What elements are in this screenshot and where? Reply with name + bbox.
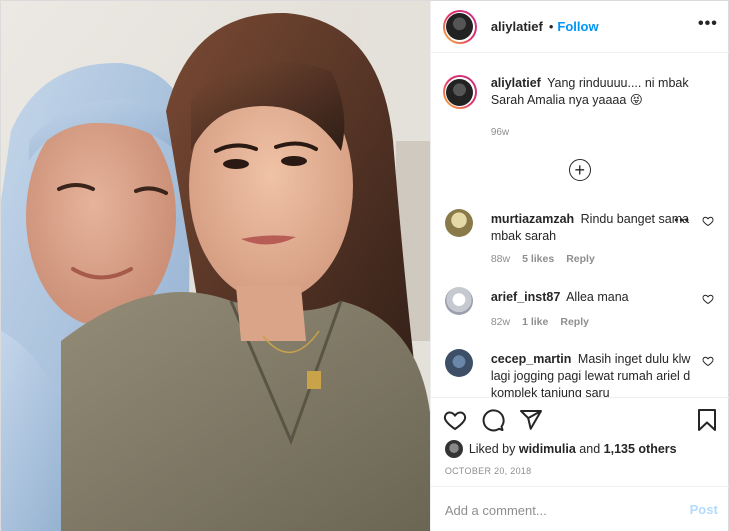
commenter-avatar[interactable] xyxy=(444,209,473,237)
commenter-username[interactable]: arief_inst87 xyxy=(491,290,560,304)
caption: aliylatief Yang rinduuuu.... ni mbak Sar… xyxy=(442,75,718,138)
author-avatar[interactable] xyxy=(442,9,477,44)
reply-button[interactable]: Reply xyxy=(560,316,589,328)
comments-list[interactable]: aliylatief Yang rinduuuu.... ni mbak Sar… xyxy=(431,53,729,397)
load-more-comments-button[interactable]: + xyxy=(568,159,591,181)
comment-timestamp: 82w xyxy=(490,316,511,328)
comment-text: cecep_martin Masih inget dulu klw lagi j… xyxy=(491,351,691,397)
more-icon[interactable]: ••• xyxy=(698,15,718,33)
commenter-avatar[interactable] xyxy=(444,287,473,315)
commenter-avatar[interactable] xyxy=(444,349,473,377)
bookmark-icon[interactable] xyxy=(695,408,719,432)
heart-icon[interactable] xyxy=(443,408,467,432)
comment-timestamp: 88w xyxy=(490,253,511,265)
follow-button[interactable]: Follow xyxy=(557,19,598,34)
post-photo[interactable] xyxy=(1,1,430,531)
post-date[interactable]: OCTOBER 20, 2018 xyxy=(445,466,532,476)
liked-by: Liked by widimulia and 1,135 others xyxy=(444,440,677,458)
comment-meta: 82w 1 like Reply xyxy=(491,316,589,328)
likes-count-button[interactable]: 1,135 others xyxy=(604,442,677,456)
liked-by-conjunction: and xyxy=(579,442,601,456)
author-username[interactable]: aliylatief xyxy=(491,19,543,34)
caption-body: aliylatief Yang rinduuuu.... ni mbak Sar… xyxy=(491,75,718,109)
post-header: aliylatief • Follow ••• xyxy=(430,1,729,53)
comment-text: murtiazamzah Rindu banget sama mbak sara… xyxy=(491,211,691,245)
comment-like-heart-icon[interactable] xyxy=(702,355,714,367)
commenter-username[interactable]: cecep_martin xyxy=(491,352,572,366)
header-separator: • xyxy=(548,19,554,34)
post-actions: Liked by widimulia and 1,135 others OCTO… xyxy=(430,397,729,531)
add-comment-bar: Post xyxy=(430,486,729,531)
liker-username[interactable]: widimulia xyxy=(519,442,576,456)
liked-by-prefix: Liked by xyxy=(468,442,516,456)
comment-more-icon[interactable]: ••• xyxy=(674,213,690,227)
comment-likes[interactable]: 1 like xyxy=(522,316,548,328)
caption-timestamp[interactable]: 96w xyxy=(491,127,509,138)
comment-like-heart-icon[interactable] xyxy=(702,215,714,227)
comment-like-heart-icon[interactable] xyxy=(702,293,714,305)
reply-button[interactable]: Reply xyxy=(566,253,595,265)
instagram-post: aliylatief • Follow ••• aliylatief Yang … xyxy=(0,0,729,531)
comment-meta: 88w 5 likes Reply xyxy=(491,253,595,265)
selfie-illustration xyxy=(1,1,430,531)
comment-icon[interactable] xyxy=(481,408,505,432)
commenter-username[interactable]: murtiazamzah xyxy=(491,212,574,226)
comment-body: Allea mana xyxy=(566,290,629,304)
caption-username[interactable]: aliylatief xyxy=(491,76,541,90)
post-comment-button[interactable]: Post xyxy=(690,502,718,517)
liker-avatar[interactable] xyxy=(444,440,463,458)
post-side-panel: aliylatief • Follow ••• aliylatief Yang … xyxy=(429,1,729,531)
comment-likes[interactable]: 5 likes xyxy=(522,253,554,265)
comment-input[interactable] xyxy=(444,502,665,518)
comment-text: arief_inst87 Allea mana xyxy=(491,289,691,306)
caption-avatar[interactable] xyxy=(442,75,477,109)
share-icon[interactable] xyxy=(519,408,543,432)
plus-circle-icon: + xyxy=(574,159,586,180)
